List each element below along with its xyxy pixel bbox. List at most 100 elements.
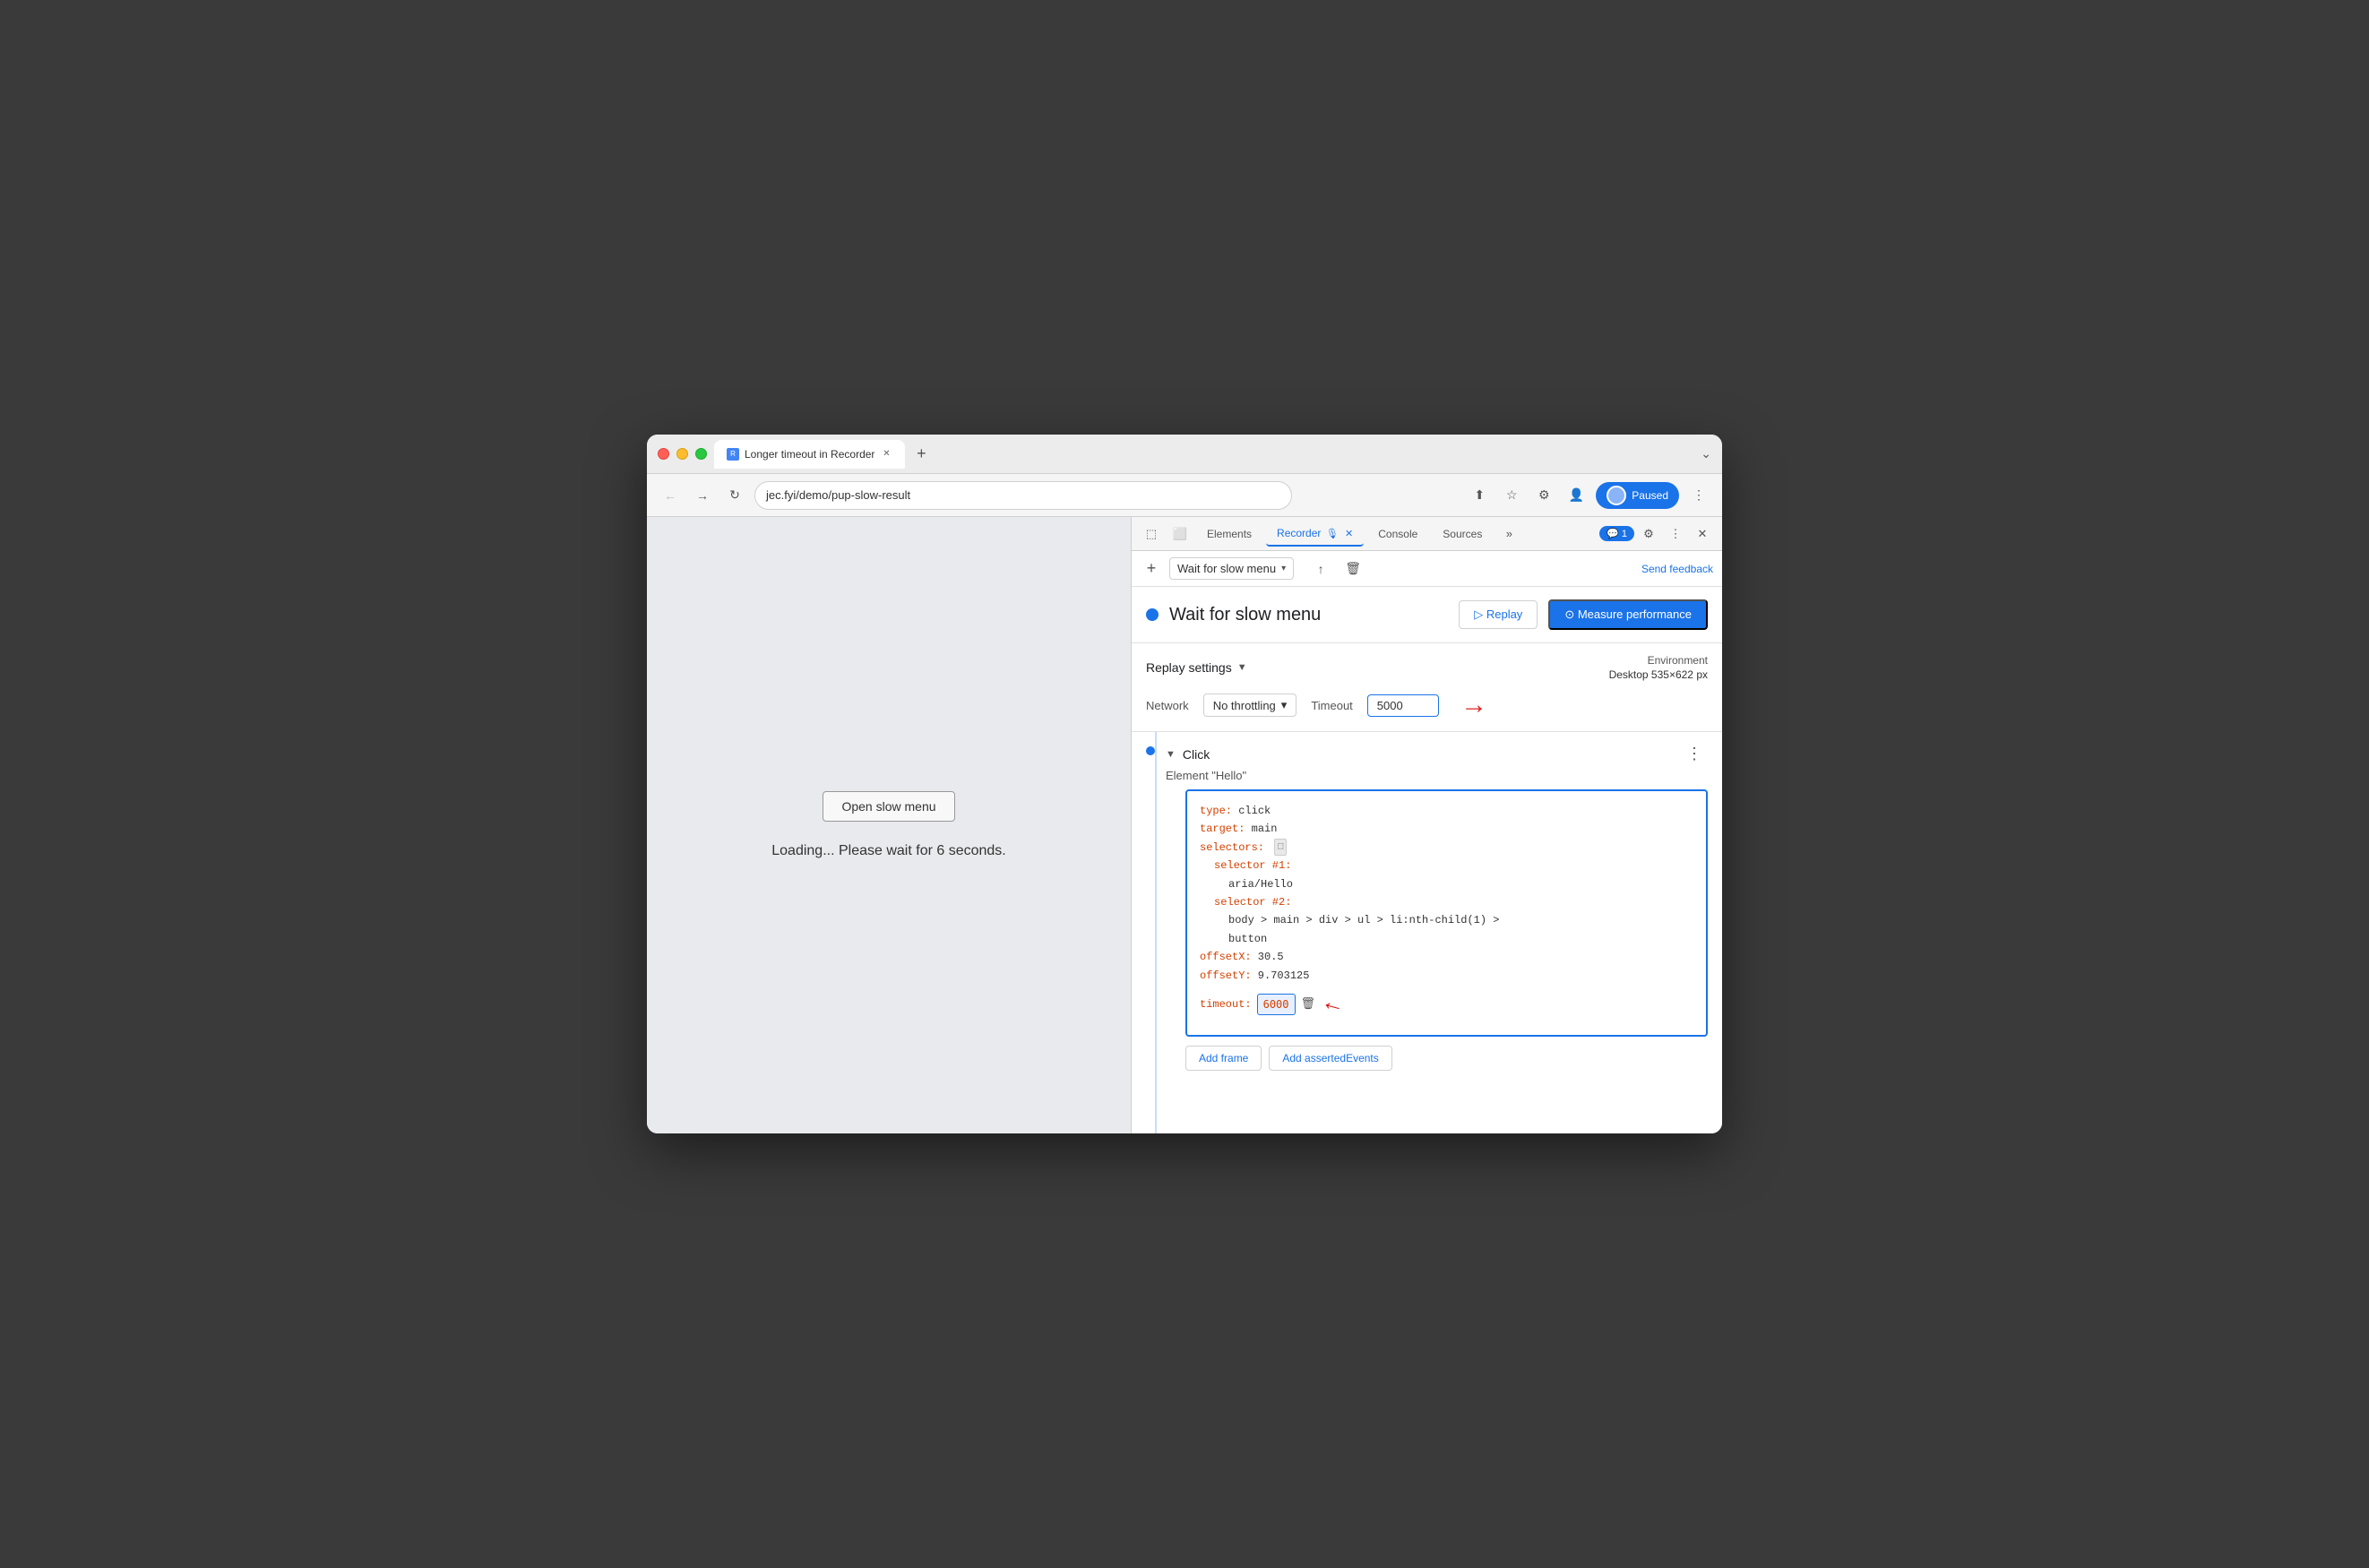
offsety-val: 9.703125 <box>1252 969 1310 982</box>
tab-favicon: R <box>727 448 739 461</box>
tab-elements[interactable]: Elements <box>1196 522 1262 546</box>
environment-title: Environment <box>1609 654 1708 667</box>
more-options-icon[interactable]: ⋮ <box>1663 521 1688 547</box>
profile-icon[interactable]: 👤 <box>1564 483 1589 508</box>
maximize-button[interactable] <box>695 448 707 460</box>
timeout-delete-icon[interactable]: 🗑 <box>1301 995 1316 1014</box>
steps-area[interactable]: ▼ Click ⋮ Element "Hello" type: click ta… <box>1132 732 1722 1133</box>
tab-sources[interactable]: Sources <box>1432 522 1493 546</box>
export-button[interactable]: ↑ <box>1308 556 1333 582</box>
recording-title: Wait for slow menu <box>1169 605 1448 625</box>
network-label: Network <box>1146 699 1189 712</box>
target-key: target: <box>1200 823 1245 835</box>
url-bar[interactable]: jec.fyi/demo/pup-slow-result <box>754 481 1292 510</box>
selector2-key: selector #2: <box>1214 896 1291 909</box>
inspector-icon[interactable]: ⬚ <box>1139 521 1164 547</box>
new-tab-button[interactable]: + <box>909 442 934 467</box>
reload-button[interactable]: ↻ <box>722 483 747 508</box>
devtools-panel: ⬚ ⬜ Elements Recorder 🎙 ✕ Console Source… <box>1131 517 1722 1133</box>
step-dot <box>1146 746 1155 755</box>
dt-icons-right: 💬 1 ⚙ ⋮ ✕ <box>1599 521 1715 547</box>
network-value: No throttling <box>1213 699 1276 712</box>
timeout-input[interactable] <box>1367 694 1439 717</box>
selector1-key: selector #1: <box>1214 859 1291 872</box>
recording-select[interactable]: Wait for slow menu ▾ <box>1169 557 1294 580</box>
delete-recording-button[interactable]: 🗑 <box>1340 556 1365 582</box>
forward-button[interactable]: → <box>690 483 715 508</box>
timeout-code-key: timeout: <box>1200 995 1252 1013</box>
code-block: type: click target: main selectors: ⬚ se… <box>1185 789 1708 1037</box>
type-val: click <box>1232 805 1271 817</box>
offsety-key: offsetY: <box>1200 969 1252 982</box>
replay-settings-arrow-icon[interactable]: ▼ <box>1237 662 1247 673</box>
tab-title: Longer timeout in Recorder <box>745 448 874 461</box>
mac-window: R Longer timeout in Recorder ✕ + ⌄ ← → ↻… <box>647 435 1722 1133</box>
send-feedback-link[interactable]: Send feedback <box>1641 563 1713 575</box>
paused-button[interactable]: Paused <box>1596 482 1679 509</box>
environment-section: Environment Desktop 535×622 px <box>1609 654 1708 681</box>
red-arrow-step-icon: ← <box>1322 984 1346 1026</box>
replay-settings-row: Network No throttling ▾ Timeout ← <box>1146 690 1708 720</box>
recording-dot <box>1146 608 1159 621</box>
main-content: Open slow menu Loading... Please wait fo… <box>647 517 1722 1133</box>
browser-tab[interactable]: R Longer timeout in Recorder ✕ <box>714 440 905 469</box>
url-bar-icons: ⬆ ☆ ⚙ 👤 Paused ⋮ <box>1467 482 1711 509</box>
window-controls-right: ⌄ <box>1701 446 1711 461</box>
step-bottom-buttons: Add frame Add assertedEvents <box>1185 1046 1708 1071</box>
select-arrow-icon: ▾ <box>1281 564 1286 573</box>
close-devtools-button[interactable]: ✕ <box>1690 521 1715 547</box>
share-icon[interactable]: ⬆ <box>1467 483 1492 508</box>
step-more-button[interactable]: ⋮ <box>1681 743 1708 765</box>
step-expand-icon[interactable]: ▼ <box>1166 749 1176 760</box>
network-select-arrow-icon: ▾ <box>1281 698 1288 712</box>
settings-icon[interactable]: ⚙ <box>1636 521 1661 547</box>
menu-icon[interactable]: ⋮ <box>1686 483 1711 508</box>
tab-console[interactable]: Console <box>1367 522 1428 546</box>
address-bar: ← → ↻ jec.fyi/demo/pup-slow-result ⬆ ☆ ⚙… <box>647 474 1722 517</box>
add-recording-button[interactable]: + <box>1141 558 1162 580</box>
recording-header: Wait for slow menu ▷ Replay ⊙ Measure pe… <box>1132 587 1722 643</box>
extension-icon[interactable]: ⚙ <box>1531 483 1556 508</box>
timeout-val-row: timeout: 6000 🗑 ← <box>1200 985 1693 1024</box>
selector1-val: aria/Hello <box>1228 878 1293 891</box>
environment-value: Desktop 535×622 px <box>1609 668 1708 681</box>
recording-name: Wait for slow menu <box>1177 562 1276 575</box>
loading-text: Loading... Please wait for 6 seconds. <box>771 843 1006 859</box>
selector-icon: ⬚ <box>1274 839 1287 856</box>
minimize-button[interactable] <box>676 448 688 460</box>
offsetx-val: 30.5 <box>1252 951 1284 963</box>
step-type-label: Click <box>1183 747 1210 762</box>
feedback-badge[interactable]: 💬 1 <box>1599 526 1634 541</box>
target-val: main <box>1245 823 1277 835</box>
replay-settings-header: Replay settings ▼ Environment Desktop 53… <box>1146 654 1708 681</box>
device-icon[interactable]: ⬜ <box>1167 521 1193 547</box>
step-item-click: ▼ Click ⋮ Element "Hello" type: click ta… <box>1132 732 1722 1081</box>
avatar <box>1607 486 1626 505</box>
replay-button[interactable]: ▷ Replay <box>1459 600 1538 629</box>
measure-performance-button[interactable]: ⊙ Measure performance <box>1548 599 1708 630</box>
step-description: Element "Hello" <box>1166 769 1708 782</box>
network-select[interactable]: No throttling ▾ <box>1203 694 1297 717</box>
open-slow-menu-button[interactable]: Open slow menu <box>823 791 954 822</box>
offsetx-key: offsetX: <box>1200 951 1252 963</box>
step-content: ▼ Click ⋮ Element "Hello" type: click ta… <box>1166 743 1708 1071</box>
selector2-val: body > main > div > ul > li:nth-child(1)… <box>1228 914 1499 926</box>
back-button[interactable]: ← <box>658 483 683 508</box>
traffic-lights <box>658 448 707 460</box>
add-frame-button[interactable]: Add frame <box>1185 1046 1262 1071</box>
chevron-down-icon[interactable]: ⌄ <box>1701 446 1711 461</box>
tab-close-button[interactable]: ✕ <box>880 448 892 461</box>
timeout-code-value[interactable]: 6000 <box>1257 994 1296 1015</box>
bookmark-icon[interactable]: ☆ <box>1499 483 1524 508</box>
tab-bar: R Longer timeout in Recorder ✕ + <box>714 440 1701 469</box>
more-tabs-button[interactable]: » <box>1496 521 1521 547</box>
add-asserted-events-button[interactable]: Add assertedEvents <box>1269 1046 1391 1071</box>
close-button[interactable] <box>658 448 669 460</box>
recorder-actions: ↑ 🗑 <box>1308 556 1365 582</box>
replay-settings-title: Replay settings <box>1146 660 1232 675</box>
replay-settings-section: Replay settings ▼ Environment Desktop 53… <box>1132 643 1722 732</box>
selector2-val2: button <box>1228 933 1267 945</box>
recorder-toolbar: + Wait for slow menu ▾ ↑ 🗑 Send feedback <box>1132 551 1722 587</box>
page-area: Open slow menu Loading... Please wait fo… <box>647 517 1131 1133</box>
tab-recorder[interactable]: Recorder 🎙 ✕ <box>1266 521 1364 547</box>
